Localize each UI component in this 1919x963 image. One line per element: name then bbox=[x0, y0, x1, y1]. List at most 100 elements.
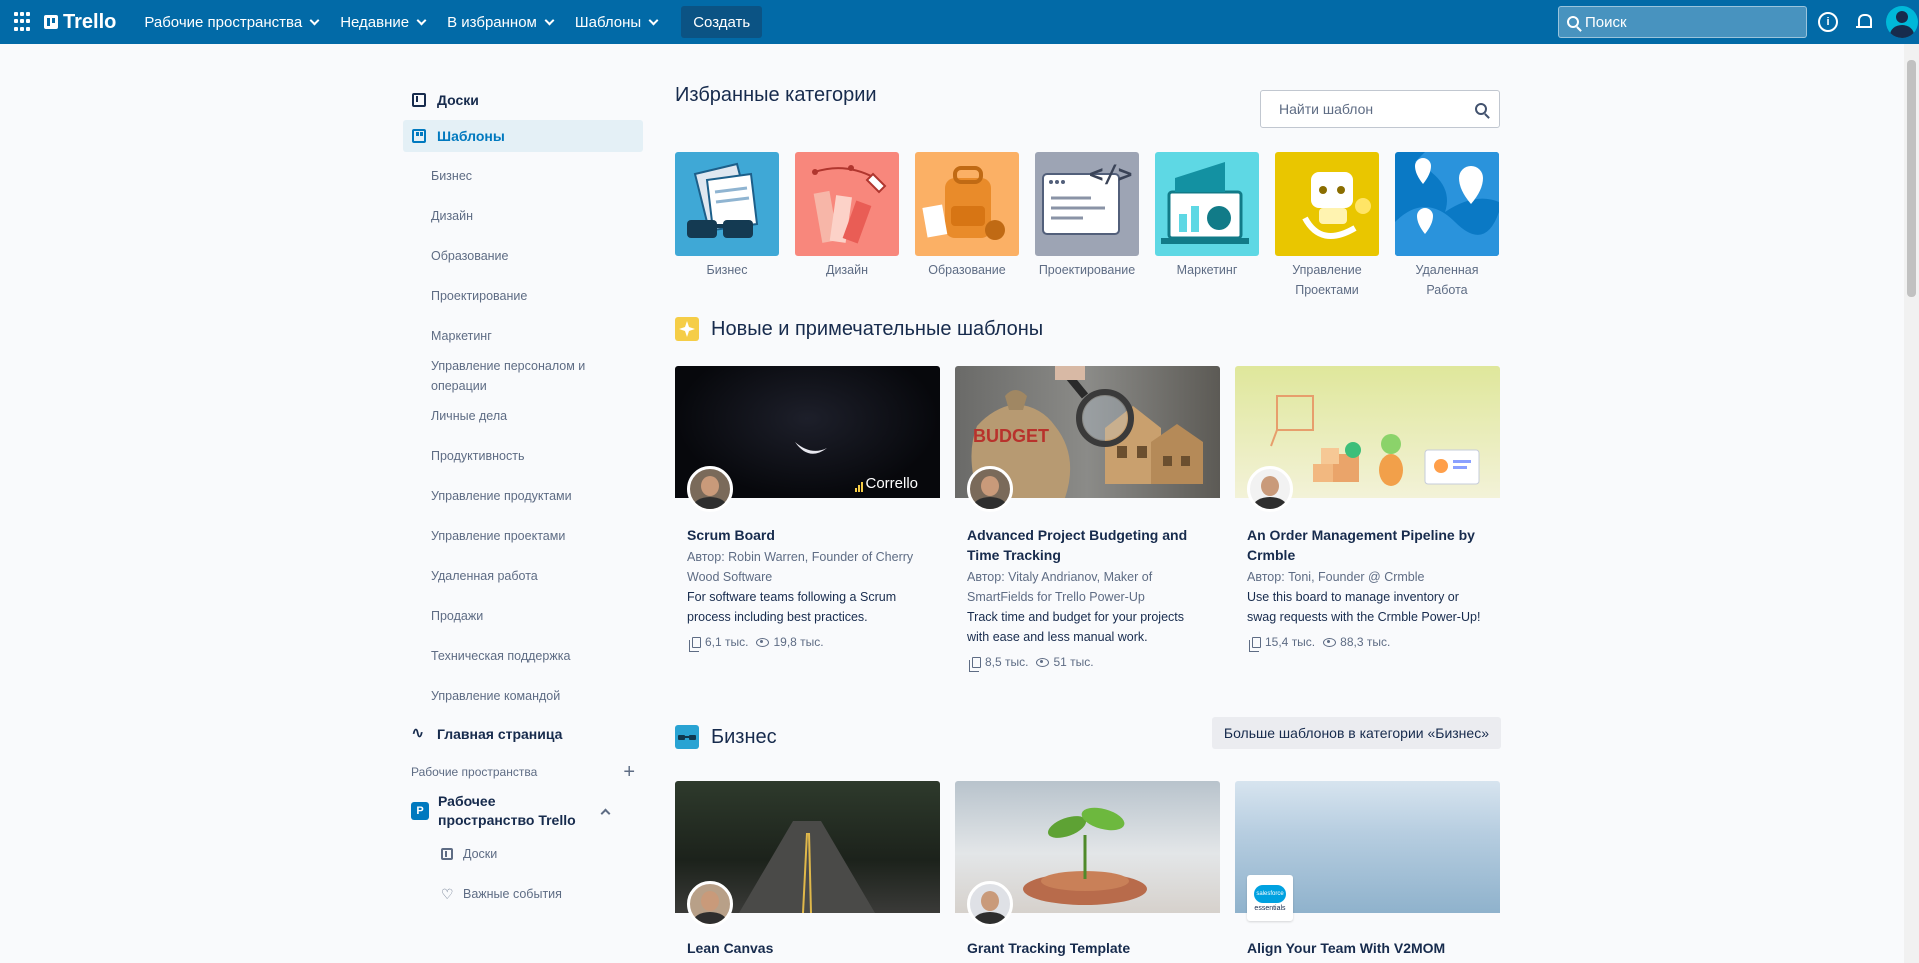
nav-workspaces-button[interactable]: Рабочие пространства bbox=[134, 6, 328, 38]
template-author: Автор: Toni, Founder @ Crmble bbox=[1247, 570, 1425, 584]
template-search-input[interactable] bbox=[1279, 101, 1475, 117]
template-search-box[interactable] bbox=[1260, 90, 1500, 128]
bell-icon[interactable] bbox=[1854, 12, 1874, 32]
map-pins-icon bbox=[1395, 152, 1499, 256]
sidebar-category-education[interactable]: Образование bbox=[403, 236, 643, 276]
scrollbar-thumb[interactable] bbox=[1907, 60, 1916, 297]
category-label-design: Дизайн bbox=[825, 263, 869, 277]
template-title: Advanced Project Budgeting and Time Trac… bbox=[967, 527, 1188, 563]
nav-workspaces-label: Рабочие пространства bbox=[144, 13, 303, 31]
svg-text:BUDGET: BUDGET bbox=[973, 426, 1049, 446]
robot-board-icon bbox=[1302, 172, 1371, 239]
laptop-chart-icon bbox=[1161, 162, 1249, 244]
add-workspace-icon[interactable]: + bbox=[623, 761, 635, 784]
nav-recent-button[interactable]: Недавние bbox=[330, 6, 435, 38]
education-category-image bbox=[915, 152, 1019, 256]
template-card-advanced-budgeting[interactable]: BUDGET Advanced Project Budgeting and Ti… bbox=[955, 366, 1220, 672]
workspace-name: Рабочее пространство Trello bbox=[438, 793, 576, 828]
copy-icon bbox=[969, 656, 981, 672]
nav-templates-button[interactable]: Шаблоны bbox=[565, 6, 667, 38]
category-card-design[interactable]: Дизайн bbox=[795, 152, 899, 300]
sidebar-item-home[interactable]: Главная страница bbox=[403, 718, 643, 750]
template-stats: 15,4 тыс. 88,3 тыс. bbox=[1247, 635, 1488, 652]
workspace-boards-label: Доски bbox=[463, 847, 498, 861]
remote-work-category-image bbox=[1395, 152, 1499, 256]
sidebar-category-productivity[interactable]: Продуктивность bbox=[403, 436, 643, 476]
template-card-lean-canvas[interactable]: Lean Canvas bbox=[675, 781, 940, 958]
sidebar-category-support[interactable]: Техническая поддержка bbox=[403, 636, 643, 676]
chevron-up-icon[interactable] bbox=[600, 808, 611, 818]
template-card-order-management[interactable]: An Order Management Pipeline by Crmble А… bbox=[1235, 366, 1500, 669]
template-author: Автор: Vitaly Andrianov, Maker of SmartF… bbox=[967, 570, 1153, 604]
documents-glasses-icon bbox=[687, 162, 759, 238]
trello-logo[interactable]: Trello bbox=[44, 11, 116, 34]
top-search-input[interactable] bbox=[1585, 13, 1785, 31]
budgeting-thumbnail: BUDGET bbox=[955, 366, 1220, 512]
author-avatar bbox=[687, 466, 733, 512]
copies-count: 6,1 тыс. bbox=[705, 635, 749, 649]
category-card-remote-work[interactable]: Удаленная Работа bbox=[1395, 152, 1499, 300]
more-business-templates-button[interactable]: Больше шаблонов в категории «Бизнес» bbox=[1211, 717, 1501, 749]
sidebar-boards-label: Доски bbox=[437, 92, 479, 108]
sidebar-category-marketing[interactable]: Маркетинг bbox=[403, 316, 643, 356]
workspace-boards-link[interactable]: Доски bbox=[403, 834, 643, 874]
top-search-box[interactable] bbox=[1558, 6, 1807, 38]
workspace-badge: P bbox=[411, 802, 429, 820]
chevron-down-icon bbox=[648, 15, 659, 25]
category-card-marketing[interactable]: Маркетинг bbox=[1155, 152, 1259, 300]
workspaces-heading: Рабочие пространства bbox=[411, 765, 538, 779]
sidebar-category-remote-work[interactable]: Удаленная работа bbox=[403, 556, 643, 596]
design-category-image bbox=[795, 152, 899, 256]
salesforce-essentials-badge: salesforce essentials bbox=[1247, 875, 1293, 921]
apps-switcher-icon[interactable] bbox=[14, 12, 34, 32]
sidebar-templates-label: Шаблоны bbox=[437, 128, 505, 144]
sidebar-item-templates[interactable]: Шаблоны bbox=[403, 120, 643, 152]
business-category-image bbox=[675, 152, 779, 256]
heart-icon: ♡ bbox=[441, 886, 454, 902]
search-icon[interactable] bbox=[1475, 103, 1487, 115]
sparkle-icon bbox=[675, 317, 699, 341]
sidebar-category-personal[interactable]: Личные дела bbox=[403, 396, 643, 436]
author-avatar bbox=[687, 881, 733, 927]
corrello-brand-text: Corrello bbox=[865, 475, 918, 492]
glasses-icon bbox=[675, 725, 699, 749]
sidebar-category-project-management[interactable]: Управление проектами bbox=[403, 516, 643, 556]
category-card-engineering[interactable]: </> Проектирование bbox=[1035, 152, 1139, 300]
category-card-project-management[interactable]: Управление Проектами bbox=[1275, 152, 1379, 300]
template-card-v2mom[interactable]: salesforce essentials Align Your Team Wi… bbox=[1235, 781, 1500, 958]
category-label-engineering: Проектирование bbox=[1038, 263, 1136, 277]
category-card-business[interactable]: Бизнес bbox=[675, 152, 779, 300]
workspace-highlights-link[interactable]: ♡ Важные события bbox=[403, 874, 643, 914]
workspace-item[interactable]: P Рабочее пространство Trello bbox=[403, 788, 643, 834]
lean-canvas-thumbnail bbox=[675, 781, 940, 927]
business-cards: Lean Canvas Grant Tracking Template sale… bbox=[675, 781, 1515, 958]
page-scrollbar[interactable] bbox=[1904, 44, 1919, 963]
user-avatar[interactable] bbox=[1886, 6, 1918, 38]
create-button[interactable]: Создать bbox=[681, 6, 763, 38]
template-card-scrum-board[interactable]: Corrello Scrum Board Автор: Robin Warren… bbox=[675, 366, 940, 669]
sidebar-category-business[interactable]: Бизнес bbox=[403, 156, 643, 196]
category-card-education[interactable]: Образование bbox=[915, 152, 1019, 300]
eye-icon bbox=[756, 637, 770, 647]
info-icon[interactable]: i bbox=[1818, 12, 1838, 32]
workspace-highlights-label: Важные события bbox=[463, 887, 562, 901]
template-description: Track time and budget for your projects … bbox=[967, 610, 1184, 644]
sidebar-category-team-management[interactable]: Управление командой bbox=[403, 676, 643, 716]
main-content: Избранные категории Бизнес bbox=[675, 84, 1501, 956]
sidebar-category-product-management[interactable]: Управление продуктами bbox=[403, 476, 643, 516]
new-notable-cards: Corrello Scrum Board Автор: Robin Warren… bbox=[675, 366, 1515, 672]
nav-starred-button[interactable]: В избранном bbox=[437, 6, 563, 38]
sidebar-category-sales[interactable]: Продажи bbox=[403, 596, 643, 636]
board-icon bbox=[412, 93, 426, 107]
featured-categories-list: Бизнес Дизайн Образование </> Проектиров… bbox=[675, 152, 1515, 300]
new-notable-header: Новые и примечательные шаблоны bbox=[675, 317, 1043, 341]
template-title: Lean Canvas bbox=[687, 940, 774, 956]
sidebar-category-hr-operations[interactable]: Управление персоналом и операции bbox=[403, 356, 643, 396]
sidebar-category-engineering[interactable]: Проектирование bbox=[403, 276, 643, 316]
views-count: 19,8 тыс. bbox=[773, 635, 824, 649]
corrello-brand: Corrello bbox=[855, 475, 918, 492]
template-card-grant-tracking[interactable]: Grant Tracking Template bbox=[955, 781, 1220, 958]
sidebar-item-boards[interactable]: Доски bbox=[403, 84, 643, 116]
template-stats: 6,1 тыс. 19,8 тыс. bbox=[687, 635, 928, 652]
sidebar-category-design[interactable]: Дизайн bbox=[403, 196, 643, 236]
